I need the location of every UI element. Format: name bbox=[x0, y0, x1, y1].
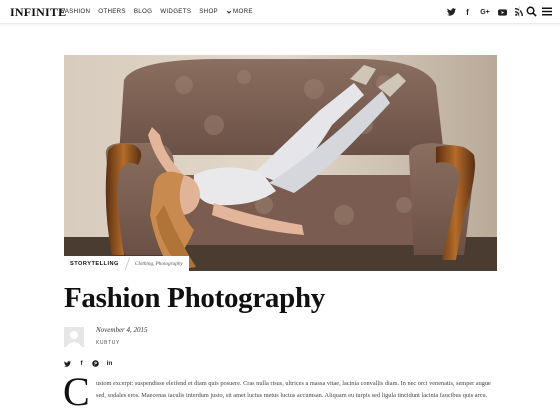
author-name[interactable]: KUBTUY bbox=[96, 340, 120, 346]
twitter-icon[interactable] bbox=[447, 7, 456, 17]
post-excerpt: ustom excerpt: suspendisse eleifend et d… bbox=[96, 380, 491, 399]
tag-links[interactable]: Clothing, Photography bbox=[135, 261, 183, 267]
search-icon[interactable] bbox=[526, 6, 537, 17]
nav-item-blog[interactable]: BLOG bbox=[134, 8, 152, 15]
share-linkedin-icon[interactable]: in bbox=[106, 360, 113, 367]
drop-cap: C bbox=[63, 369, 90, 414]
featured-image[interactable] bbox=[64, 55, 497, 271]
social-links: f G+ bbox=[447, 7, 523, 17]
category-link[interactable]: STORYTELLING bbox=[70, 261, 119, 267]
share-icons: f in bbox=[64, 360, 113, 367]
site-logo[interactable]: INFINITE bbox=[10, 5, 66, 20]
share-facebook-icon[interactable]: f bbox=[78, 360, 85, 367]
share-twitter-icon[interactable] bbox=[64, 360, 71, 367]
chevron-down-icon bbox=[226, 10, 232, 14]
post-title[interactable]: Fashion Photography bbox=[64, 282, 325, 315]
post-category-box: STORYTELLING Clothing, Photography bbox=[64, 256, 189, 271]
nav-item-others[interactable]: OTHERS bbox=[98, 8, 126, 15]
avatar[interactable] bbox=[64, 327, 84, 347]
nav-divider bbox=[519, 6, 520, 17]
share-pinterest-icon[interactable] bbox=[92, 360, 99, 367]
nav-item-more[interactable]: MORE bbox=[226, 8, 253, 15]
top-navigation-bar: INFINITE FASHION OTHERS BLOG WIDGETS SHO… bbox=[0, 0, 560, 24]
nav-item-widgets[interactable]: WIDGETS bbox=[160, 8, 191, 15]
facebook-icon[interactable]: f bbox=[463, 7, 472, 17]
category-divider bbox=[124, 257, 131, 270]
youtube-icon[interactable] bbox=[498, 7, 507, 17]
nav-item-fashion[interactable]: FASHION bbox=[61, 8, 90, 15]
google-plus-icon[interactable]: G+ bbox=[479, 7, 491, 17]
hamburger-menu-icon[interactable] bbox=[542, 7, 552, 16]
post-date: November 4, 2015 bbox=[96, 326, 148, 334]
nav-item-shop[interactable]: SHOP bbox=[199, 8, 218, 15]
main-nav: FASHION OTHERS BLOG WIDGETS SHOP MORE bbox=[61, 8, 253, 15]
nav-item-more-label: MORE bbox=[233, 8, 253, 15]
